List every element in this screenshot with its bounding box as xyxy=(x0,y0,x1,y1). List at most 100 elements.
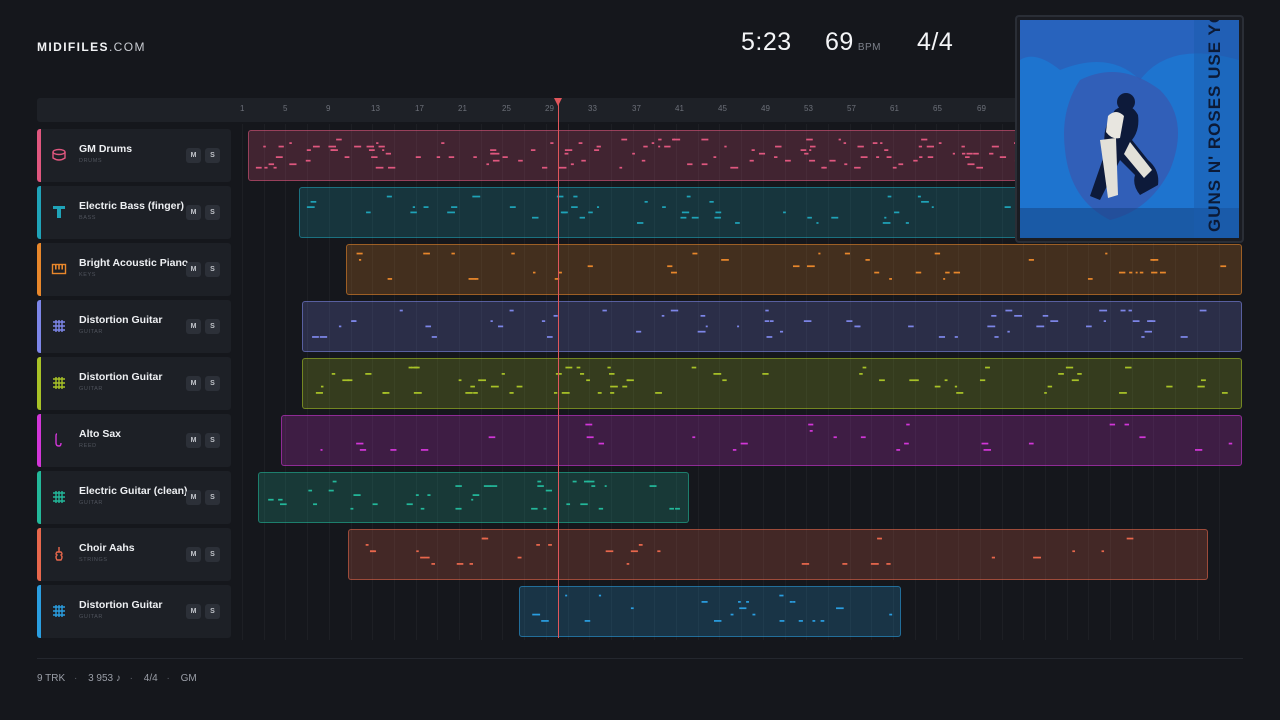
ruler-tick: 5 xyxy=(283,104,288,113)
logo-light-text: .COM xyxy=(108,40,146,54)
track-header[interactable]: GM Drums DRUMS M S xyxy=(37,129,231,182)
track-name: Choir Aahs xyxy=(79,542,135,554)
track-name: Distortion Guitar xyxy=(79,599,163,611)
track-color-stripe xyxy=(37,129,41,182)
track-header[interactable]: Distortion Guitar GUITAR M S xyxy=(37,357,231,410)
ruler-tick: 61 xyxy=(890,104,899,113)
solo-button[interactable]: S xyxy=(205,433,220,448)
sax-icon xyxy=(51,432,67,448)
guitar-fretboard-icon xyxy=(51,603,67,619)
ruler-tick: 45 xyxy=(718,104,727,113)
clip-notes xyxy=(365,537,1134,565)
solo-button[interactable]: S xyxy=(205,604,220,619)
track-name: Bright Acoustic Piano xyxy=(79,257,189,269)
midi-clip[interactable] xyxy=(281,415,1242,466)
mute-button[interactable]: M xyxy=(186,604,201,619)
album-cover-art: GUNS N' ROSES USE YOUR ILLUSION II xyxy=(1020,20,1239,238)
bass-icon xyxy=(51,204,67,220)
midi-clip[interactable] xyxy=(258,472,689,523)
solo-button[interactable]: S xyxy=(205,376,220,391)
tempo-unit: BPM xyxy=(857,42,881,53)
solo-button[interactable]: S xyxy=(205,490,220,505)
track-color-stripe xyxy=(37,585,41,638)
mute-button[interactable]: M xyxy=(186,319,201,334)
track-color-stripe xyxy=(37,471,41,524)
mute-button[interactable]: M xyxy=(186,148,201,163)
track-category: GUITAR xyxy=(79,329,103,335)
track-category: GUITAR xyxy=(79,500,103,506)
time-signature: 4/4 xyxy=(917,28,954,56)
ruler-tick: 9 xyxy=(326,104,331,113)
guitar-fretboard-icon xyxy=(51,318,67,334)
album-cover: GUNS N' ROSES USE YOUR ILLUSION II xyxy=(1017,17,1242,241)
track-header[interactable]: Electric Bass (finger) BASS M S xyxy=(37,186,231,239)
ruler-tick: 13 xyxy=(371,104,380,113)
track-header[interactable]: Electric Guitar (clean) GUITAR M S xyxy=(37,471,231,524)
track-color-stripe xyxy=(37,300,41,353)
tempo-display: 69 BPM xyxy=(825,28,881,57)
midi-standard: GM xyxy=(180,673,197,684)
midi-clip[interactable] xyxy=(302,358,1242,409)
midi-clip[interactable] xyxy=(348,529,1208,580)
mute-button[interactable]: M xyxy=(186,376,201,391)
clip-notes xyxy=(268,480,680,510)
drum-icon xyxy=(51,147,67,163)
site-logo: MIDIFILES.COM xyxy=(37,40,146,54)
ruler-tick: 57 xyxy=(847,104,856,113)
track-color-stripe xyxy=(37,243,41,296)
clip-notes xyxy=(315,366,1228,394)
track-category: GUITAR xyxy=(79,614,103,620)
track-category: REED xyxy=(79,443,97,449)
note-count: 3 953 ♪ xyxy=(88,673,121,684)
mute-button[interactable]: M xyxy=(186,547,201,562)
guitar-fretboard-icon xyxy=(51,375,67,391)
track-name: Electric Guitar (clean) xyxy=(79,485,188,497)
footer-separator: · xyxy=(129,673,134,684)
track-header[interactable]: Distortion Guitar GUITAR M S xyxy=(37,300,231,353)
track-count: 9 TRK xyxy=(37,673,66,684)
ruler-tick: 17 xyxy=(415,104,424,113)
album-cover-text: GUNS N' ROSES USE YOUR ILLUSION II xyxy=(1205,20,1224,232)
ruler-tick: 29 xyxy=(545,104,554,113)
ruler-tick: 69 xyxy=(977,104,986,113)
midi-clip[interactable] xyxy=(302,301,1242,352)
track-name: Electric Bass (finger) xyxy=(79,200,185,212)
playhead[interactable] xyxy=(558,104,559,638)
mute-button[interactable]: M xyxy=(186,262,201,277)
logo-bold-text: MIDIFILES xyxy=(37,40,109,54)
track-category: BASS xyxy=(79,215,97,221)
track-category: STRINGS xyxy=(79,557,108,563)
track-category: GUITAR xyxy=(79,386,103,392)
ruler-tick: 65 xyxy=(933,104,942,113)
midi-clip[interactable] xyxy=(346,244,1242,295)
mute-button[interactable]: M xyxy=(186,490,201,505)
ruler-tick: 41 xyxy=(675,104,684,113)
track-color-stripe xyxy=(37,528,41,581)
ruler-tick: 25 xyxy=(502,104,511,113)
midi-clip[interactable] xyxy=(519,586,901,637)
solo-button[interactable]: S xyxy=(205,148,220,163)
clip-notes xyxy=(356,252,1227,280)
track-header[interactable]: Bright Acoustic Piano KEYS M S xyxy=(37,243,231,296)
solo-button[interactable]: S xyxy=(205,319,220,334)
track-name: Alto Sax xyxy=(79,428,122,440)
solo-button[interactable]: S xyxy=(205,205,220,220)
solo-button[interactable]: S xyxy=(205,547,220,562)
solo-button[interactable]: S xyxy=(205,262,220,277)
track-header[interactable]: Distortion Guitar GUITAR M S xyxy=(37,585,231,638)
track-category: DRUMS xyxy=(79,158,103,164)
mute-button[interactable]: M xyxy=(186,433,201,448)
ruler-tick: 33 xyxy=(588,104,597,113)
mute-button[interactable]: M xyxy=(186,205,201,220)
track-header[interactable]: Alto Sax REED M S xyxy=(37,414,231,467)
song-duration: 5:23 xyxy=(741,28,792,56)
clip-notes xyxy=(312,309,1207,338)
violin-icon xyxy=(51,546,67,562)
track-color-stripe xyxy=(37,186,41,239)
footer-stats: 9 TRK · 3 953 ♪ · 4/4 · GM xyxy=(37,673,203,684)
footer-separator: · xyxy=(73,673,78,684)
ruler-tick: 37 xyxy=(632,104,641,113)
ruler-tick: 1 xyxy=(240,104,245,113)
track-header[interactable]: Choir Aahs STRINGS M S xyxy=(37,528,231,581)
clip-notes xyxy=(320,423,1233,451)
